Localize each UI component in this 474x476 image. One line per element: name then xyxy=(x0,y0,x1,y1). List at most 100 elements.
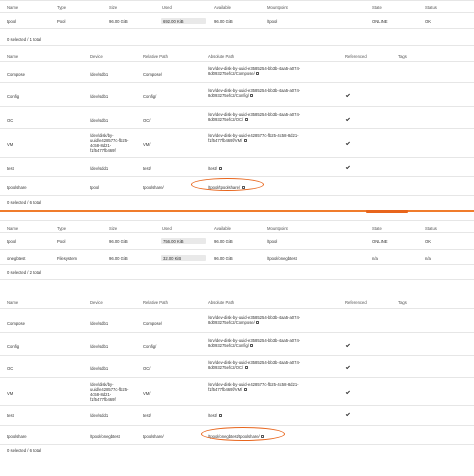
copy-icon[interactable] xyxy=(250,344,254,348)
share-col-header-absolute-path[interactable]: Absolute Path xyxy=(208,54,234,59)
share-device: tpool xyxy=(90,184,100,190)
used-progress-bar: 32.00 KiB xyxy=(161,255,206,261)
copy-icon[interactable] xyxy=(243,388,247,392)
share-device: /dev/sdb1 xyxy=(90,71,109,77)
pool-table-footer: 0 selected / 2 total xyxy=(7,270,41,275)
share-col-header-relative-path[interactable]: Relative Path xyxy=(143,300,168,305)
row-divider xyxy=(0,332,474,333)
pool-state: n/a xyxy=(372,256,378,261)
copy-icon[interactable] xyxy=(243,139,247,143)
share-absolute-path: /srv/dev-disk-by-uuid-e3585254-bb3b-4aa5… xyxy=(208,338,316,348)
row-divider xyxy=(0,82,474,83)
divider-accent xyxy=(366,210,408,213)
share-absolute-path-text: /srv/dev-disk-by-uuid-e3585254-bb3b-4aa5… xyxy=(208,112,301,122)
share-col-header-absolute-path[interactable]: Absolute Path xyxy=(208,300,234,305)
share-col-header-name[interactable]: Name xyxy=(7,300,18,305)
copy-icon[interactable] xyxy=(256,72,260,76)
copy-icon[interactable] xyxy=(218,166,222,170)
pool-name: onegbtest xyxy=(7,256,26,261)
share-device: /dev/sdd1 xyxy=(90,165,109,171)
row-divider xyxy=(0,308,474,309)
pool-col-header-type[interactable]: Type xyxy=(57,5,66,10)
share-col-header-referenced[interactable]: Referenced xyxy=(345,54,367,59)
pool-col-header-state[interactable]: State xyxy=(372,226,382,231)
pool-col-header-type[interactable]: Type xyxy=(57,226,66,231)
share-device: /dev/disk/by-uuid/e428577c-fb25-4c58-8d2… xyxy=(90,382,129,402)
share-col-header-name[interactable]: Name xyxy=(7,54,18,59)
pool-col-header-mountpoint[interactable]: Mountpoint xyxy=(267,226,288,231)
share-relative-path: test/ xyxy=(143,165,151,171)
row-divider xyxy=(0,12,474,13)
checkmark-icon xyxy=(345,389,351,395)
pool-col-header-name[interactable]: Name xyxy=(7,226,18,231)
pool-col-header-status[interactable]: Status xyxy=(425,5,437,10)
row-divider xyxy=(0,0,474,1)
share-absolute-path: /srv/dev-disk-by-uuid-e428577c-fb25-4c58… xyxy=(208,133,316,143)
share-col-header-referenced[interactable]: Referenced xyxy=(345,300,367,305)
copy-icon[interactable] xyxy=(244,118,248,122)
pool-col-header-status[interactable]: Status xyxy=(425,226,437,231)
share-relative-path: Config/ xyxy=(143,343,157,349)
pool-col-header-size[interactable]: Size xyxy=(109,226,117,231)
share-name: Compose xyxy=(7,71,25,77)
share-col-header-device[interactable]: Device xyxy=(90,54,103,59)
pool-row[interactable] xyxy=(0,16,474,26)
share-col-header-device[interactable]: Device xyxy=(90,300,103,305)
row-divider xyxy=(0,279,474,280)
pool-mountpoint: /tpool/onegbtest xyxy=(267,256,297,261)
used-progress-bar: 692.00 KiB xyxy=(161,18,206,24)
share-device: /dev/sdb1 xyxy=(90,117,109,123)
share-relative-path: OC/ xyxy=(143,117,151,123)
pool-state: ONLINE xyxy=(372,19,388,24)
pool-mountpoint: /tpool xyxy=(267,239,278,244)
share-col-header-tags[interactable]: Tags xyxy=(398,54,407,59)
pool-col-header-size[interactable]: Size xyxy=(109,5,117,10)
pool-col-header-available[interactable]: Available xyxy=(214,226,231,231)
share-absolute-path-text: /srv/dev-disk-by-uuid-e428577c-fb25-4c58… xyxy=(208,382,299,392)
row-divider xyxy=(0,355,474,356)
share-name: OC xyxy=(7,117,14,123)
highlight-annotation xyxy=(201,427,285,441)
share-col-header-tags[interactable]: Tags xyxy=(398,300,407,305)
row-divider xyxy=(0,405,474,406)
pool-status: n/a xyxy=(425,256,431,261)
share-name: Config xyxy=(7,93,20,99)
share-name: VM xyxy=(7,390,14,396)
pool-used-value: 32.00 KiB xyxy=(163,255,182,261)
share-absolute-path: /srv/dev-disk-by-uuid-e3585254-bb3b-4aa5… xyxy=(208,112,316,122)
share-absolute-path: /srv/dev-disk-by-uuid-e3585254-bb3b-4aa5… xyxy=(208,88,316,98)
pool-col-header-state[interactable]: State xyxy=(372,5,382,10)
pool-type: Filesystem xyxy=(57,256,78,261)
copy-icon[interactable] xyxy=(218,413,222,417)
share-relative-path: VM/ xyxy=(143,390,151,396)
share-relative-path: OC/ xyxy=(143,365,151,371)
share-device: /dev/sdb1 xyxy=(90,320,109,326)
share-absolute-path-text: /test/ xyxy=(208,412,218,418)
share-absolute-path-text: /test/ xyxy=(208,165,218,171)
copy-icon[interactable] xyxy=(250,94,254,98)
pool-name: tpool xyxy=(7,19,17,24)
pool-row[interactable] xyxy=(0,236,474,246)
pool-col-header-available[interactable]: Available xyxy=(214,5,231,10)
pool-col-header-mountpoint[interactable]: Mountpoint xyxy=(267,5,288,10)
pool-available: 96.00 GiB xyxy=(214,256,233,261)
pool-used-value: 692.00 KiB xyxy=(163,18,184,24)
pool-used-value: 756.00 KiB xyxy=(163,238,184,244)
share-name: tpoolshare xyxy=(7,184,27,190)
share-col-header-relative-path[interactable]: Relative Path xyxy=(143,54,168,59)
share-name: test xyxy=(7,412,14,418)
share-name: OC xyxy=(7,365,14,371)
share-absolute-path: /test/ xyxy=(208,166,222,171)
checkmark-icon xyxy=(345,364,351,370)
checkmark-icon xyxy=(345,92,351,98)
pool-col-header-name[interactable]: Name xyxy=(7,5,18,10)
row-divider xyxy=(0,425,474,426)
pool-col-header-used[interactable]: Used xyxy=(162,226,172,231)
share-absolute-path: /srv/dev-disk-by-uuid-e3585254-bb3b-4aa5… xyxy=(208,360,316,370)
pool-col-header-used[interactable]: Used xyxy=(162,5,172,10)
copy-icon[interactable] xyxy=(256,321,260,325)
share-name: Config xyxy=(7,343,20,349)
pool-available: 96.00 GiB xyxy=(214,239,233,244)
share-device: /dev/sdb1 xyxy=(90,343,109,349)
copy-icon[interactable] xyxy=(244,366,248,370)
